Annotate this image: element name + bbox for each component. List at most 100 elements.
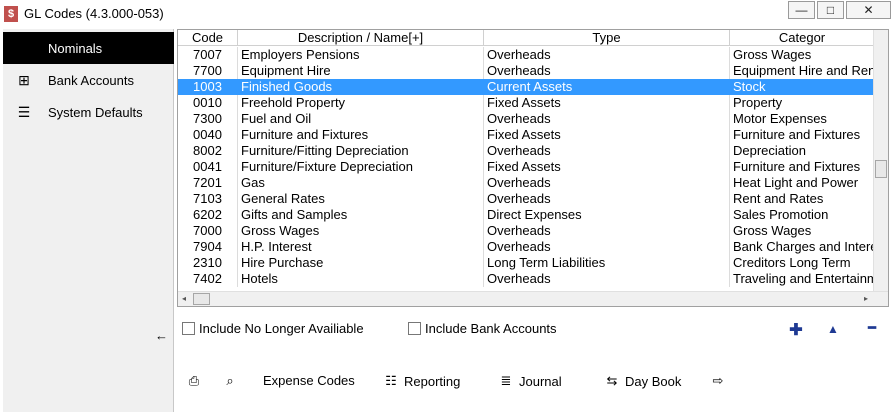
journal-button[interactable]: ≣ Journal [497, 373, 562, 389]
column-header-description[interactable]: Description / Name[+] [238, 30, 484, 46]
table-row[interactable]: 7201 Gas Overheads Heat Light and Power [178, 175, 874, 191]
cell-description: H.P. Interest [238, 239, 484, 255]
cell-code: 7000 [178, 223, 238, 239]
cell-code: 0040 [178, 127, 238, 143]
cell-code: 0010 [178, 95, 238, 111]
table-row[interactable]: 6202 Gifts and Samples Direct Expenses Sale… [178, 207, 874, 223]
cell-category: Traveling and Entertainm [733, 271, 874, 286]
cell-code: 7300 [178, 111, 238, 127]
cell-type: Direct Expenses [484, 207, 730, 223]
table-row[interactable]: 7904 H.P. Interest Overheads Bank Charges a… [178, 239, 874, 255]
cell-description: Furniture/Fitting Depreciation [238, 143, 484, 159]
column-header-category[interactable]: Categor [730, 30, 874, 46]
title-bar: $ GL Codes (4.3.000-053) — □ ✕ [0, 0, 893, 27]
cell-category: Sales Promotion [733, 207, 829, 222]
day-book-button[interactable]: ⇆ Day Book [603, 373, 682, 389]
bank-accounts-icon: ⊞ [18, 72, 30, 88]
cell-category: Gross Wages [733, 223, 812, 238]
cell-description: Furniture/Fixture Depreciation [238, 159, 484, 175]
table-row[interactable]: 0040 Furniture and Fixtures Fixed Assets Fu… [178, 127, 874, 143]
cell-type: Fixed Assets [484, 159, 730, 175]
cell-code: 7402 [178, 271, 238, 287]
table-row[interactable]: 7700 Equipment Hire Overheads Equipment Hir… [178, 63, 874, 79]
vertical-scrollbar[interactable] [873, 30, 888, 292]
table-row[interactable]: 7402 Hotels Overheads Traveling and Enterta… [178, 271, 874, 287]
close-button[interactable]: ✕ [846, 1, 891, 19]
reporting-label: Reporting [404, 373, 461, 389]
cell-description: Finished Goods [238, 79, 484, 95]
cell-description: Furniture and Fixtures [238, 127, 484, 143]
checkbox-box[interactable] [408, 322, 421, 335]
cell-type: Overheads [484, 63, 730, 79]
checkbox-box[interactable] [182, 322, 195, 335]
checkbox-label: Include Bank Accounts [425, 321, 557, 336]
include-no-longer-available-checkbox[interactable]: Include No Longer Availiable [182, 321, 364, 336]
day-book-label: Day Book [625, 373, 682, 389]
cell-category: Equipment Hire and Rent [733, 63, 874, 78]
export-icon: ⇨ [712, 373, 724, 388]
cell-category: Heat Light and Power [733, 175, 859, 190]
cell-type: Overheads [484, 191, 730, 207]
cell-type: Overheads [484, 47, 730, 63]
journal-icon: ≣ [500, 373, 512, 388]
table-row[interactable]: 7103 General Rates Overheads Rent and Rates [178, 191, 874, 207]
table-row[interactable]: 2310 Hire Purchase Long Term Liabilities Cr… [178, 255, 874, 271]
print-button[interactable]: ⎙ [185, 373, 207, 389]
expense-codes-label: Expense Codes [263, 373, 355, 388]
table-row[interactable]: 7300 Fuel and Oil Overheads Motor Expenses [178, 111, 874, 127]
back-arrow-icon[interactable]: ← [155, 328, 168, 343]
cell-description: General Rates [238, 191, 484, 207]
sidebar-item-system-defaults[interactable]: ☰ System Defaults [3, 96, 174, 128]
table-row[interactable]: 8002 Furniture/Fitting Depreciation Overhe… [178, 143, 874, 159]
scroll-left-icon[interactable]: ◂ [178, 292, 190, 306]
restore-button[interactable]: □ [817, 1, 844, 19]
reporting-button[interactable]: ☷ Reporting [382, 373, 460, 389]
horizontal-scrollbar[interactable]: ◂ ▸ [178, 291, 888, 306]
remove-icon[interactable]: ━ [863, 320, 881, 336]
sidebar-item-bank-accounts[interactable]: ⊞ Bank Accounts [3, 64, 174, 96]
sidebar-item-label: Bank Accounts [48, 72, 134, 88]
table-row[interactable]: 7007 Employers Pensions Overheads Gross Wag… [178, 47, 874, 63]
cell-category: Stock [733, 79, 766, 94]
cell-category: Rent and Rates [733, 191, 824, 206]
cell-type: Overheads [484, 271, 730, 287]
sidebar-item-label: Nominals [48, 40, 103, 56]
cell-type: Overheads [484, 223, 730, 239]
cell-description: Hire Purchase [238, 255, 484, 271]
cell-code: 6202 [178, 207, 238, 223]
day-book-icon: ⇆ [606, 373, 618, 388]
printer-icon: ⎙ [188, 373, 200, 388]
sidebar-item-nominals[interactable]: Nominals [3, 32, 174, 64]
table-row[interactable]: 1003 Finished Goods Current Assets Stock [178, 79, 874, 95]
checkbox-label: Include No Longer Availiable [199, 321, 364, 336]
table-row[interactable]: 0010 Freehold Property Fixed Assets Propert… [178, 95, 874, 111]
cell-code: 7700 [178, 63, 238, 79]
add-icon[interactable]: ✚ [787, 320, 805, 340]
minimize-button[interactable]: — [788, 1, 815, 19]
horizontal-scroll-thumb[interactable] [193, 293, 210, 305]
zoom-button[interactable]: ⌕ [221, 373, 243, 389]
gl-codes-grid: Code Description / Name[+] Type Categor … [177, 29, 889, 307]
scroll-right-icon[interactable]: ▸ [860, 292, 872, 306]
cell-code: 7103 [178, 191, 238, 207]
app-icon: $ [4, 6, 18, 22]
cell-code: 7904 [178, 239, 238, 255]
cell-code: 7201 [178, 175, 238, 191]
table-row[interactable]: 0041 Furniture/Fixture Depreciation Fixed … [178, 159, 874, 175]
move-up-icon[interactable]: ▲ [824, 322, 842, 336]
column-header-code[interactable]: Code [178, 30, 238, 46]
cell-category: Property [733, 95, 783, 110]
expense-codes-button[interactable]: Expense Codes [263, 373, 355, 388]
cell-code: 7007 [178, 47, 238, 63]
cell-description: Equipment Hire [238, 63, 484, 79]
vertical-scroll-thumb[interactable] [875, 160, 887, 178]
column-header-type[interactable]: Type [484, 30, 730, 46]
cell-code: 0041 [178, 159, 238, 175]
table-row[interactable]: 7000 Gross Wages Overheads Gross Wages [178, 223, 874, 239]
cell-type: Overheads [484, 239, 730, 255]
export-button[interactable]: ⇨ [709, 373, 731, 389]
journal-label: Journal [519, 373, 562, 389]
include-bank-accounts-checkbox[interactable]: Include Bank Accounts [408, 321, 557, 336]
grid-rows: 7007 Employers Pensions Overheads Gross Wag… [178, 47, 874, 287]
cell-description: Gifts and Samples [238, 207, 484, 223]
